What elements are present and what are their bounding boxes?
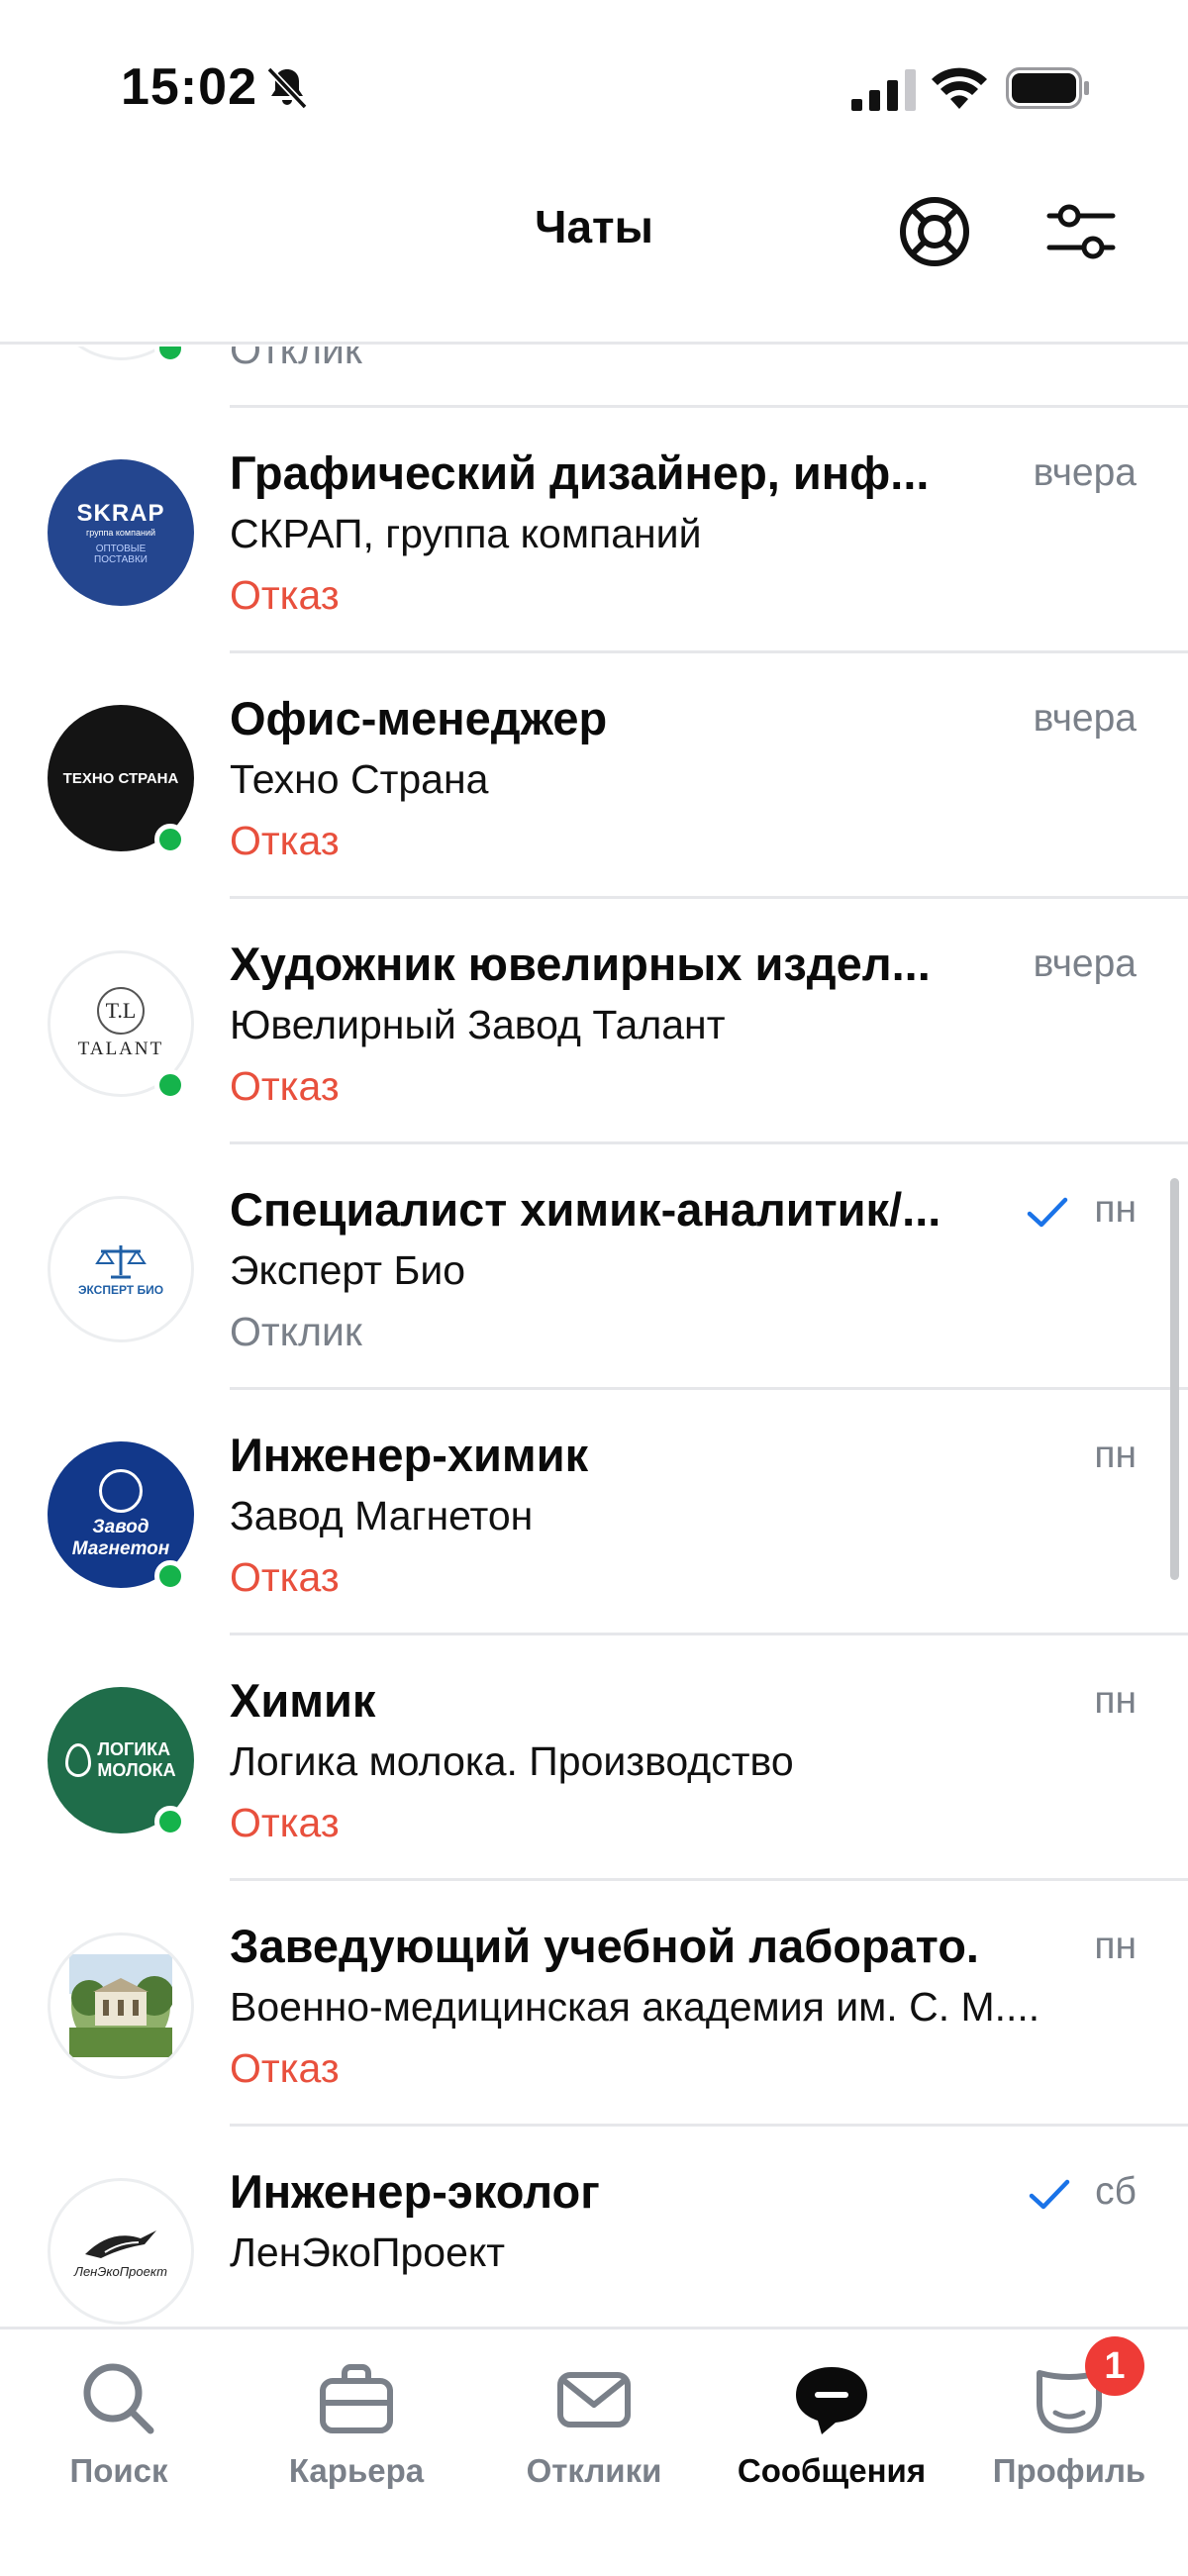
chat-item[interactable]: Отклик <box>0 347 1188 408</box>
chat-company: Военно-медицинская академия им. С. М.... <box>230 1984 1040 2030</box>
chat-status: Отклик <box>230 347 362 372</box>
bottom-tab-bar: Поиск Карьера Отклики Сообщения Профиль <box>0 2327 1188 2576</box>
chat-item[interactable]: ЭКСПЕРТ БИО Специалист химик-аналитик/..… <box>0 1144 1188 1390</box>
chat-time: пн <box>1094 1679 1137 1722</box>
search-icon <box>83 2363 154 2434</box>
read-check-icon <box>1027 1197 1068 1228</box>
chat-company: Техно Страна <box>230 756 489 802</box>
online-indicator <box>154 1560 186 1592</box>
lifebuoy-support-icon[interactable] <box>897 194 972 269</box>
chat-time: вчера <box>1033 942 1137 985</box>
app-header: Чаты <box>0 149 1188 345</box>
avatar-logo-text: ЛОГИКА <box>97 1739 171 1759</box>
chat-item[interactable]: T.L TALANT Художник ювелирных издел... в… <box>0 899 1188 1144</box>
chat-time: вчера <box>1033 451 1137 494</box>
status-time: 15:02 <box>121 58 257 116</box>
company-avatar: ЭКСПЕРТ БИО <box>48 1196 194 1342</box>
company-avatar: ЛенЭкоПроект <box>48 2178 194 2325</box>
chat-time: сб <box>1095 2170 1137 2213</box>
avatar-logo-text: Завод <box>92 1517 149 1537</box>
chat-status: Отказ <box>230 1800 340 1845</box>
chat-time: пн <box>1094 1434 1137 1476</box>
avatar-logo-subtext: ПОСТАВКИ <box>94 554 148 565</box>
chat-item[interactable]: Заведующий учебной лаборато... пн Военно… <box>0 1881 1188 2127</box>
tab-career[interactable]: Карьера <box>238 2329 475 2576</box>
avatar-logo-group: ЛОГИКА МОЛОКА <box>97 1739 175 1781</box>
chat-status: Отказ <box>230 1554 340 1600</box>
scales-logo-icon <box>95 1245 147 1279</box>
chat-company: СКРАП, группа компаний <box>230 511 702 556</box>
tab-messages[interactable]: Сообщения <box>713 2329 950 2576</box>
chat-company: Эксперт Био <box>230 1247 466 1293</box>
tab-profile[interactable]: Профиль <box>950 2329 1188 2576</box>
chat-title: Графический дизайнер, инф... <box>230 446 930 499</box>
chat-title: Заведующий учебной лаборато... <box>230 1920 982 1972</box>
chat-status: Отказ <box>230 818 340 863</box>
page-title: Чаты <box>535 201 653 252</box>
tab-label: Поиск <box>69 2452 168 2489</box>
company-avatar: SKRAP группа компаний ОПТОВЫЕ ПОСТАВКИ <box>48 459 194 606</box>
stork-logo-icon <box>85 2229 156 2258</box>
filter-sliders-icon[interactable] <box>1043 194 1119 269</box>
tab-responses[interactable]: Отклики <box>475 2329 713 2576</box>
chat-title: Химик <box>230 1674 376 1727</box>
bell-off-icon <box>266 66 308 110</box>
avatar-logo-subtext: группа компаний <box>85 528 156 538</box>
avatar-logo-subtext: Магнетон <box>71 1538 170 1559</box>
avatar-logo-subtext: ОПТОВЫЕ <box>95 544 147 554</box>
tab-label: Отклики <box>526 2452 662 2489</box>
chat-status: Отказ <box>230 572 340 618</box>
chat-title: Инженер-химик <box>230 1429 589 1481</box>
chat-title: Офис-менеджер <box>230 692 608 744</box>
chat-status: Отклик <box>230 1309 362 1354</box>
chat-item[interactable]: SKRAP группа компаний ОПТОВЫЕ ПОСТАВКИ Г… <box>0 408 1188 653</box>
milk-drop-icon <box>65 1743 92 1777</box>
tab-label: Профиль <box>992 2452 1146 2489</box>
chat-title: Художник ювелирных издел... <box>230 938 931 990</box>
online-indicator <box>154 1806 186 1837</box>
read-check-icon <box>1029 2179 1070 2210</box>
online-indicator <box>154 1069 186 1101</box>
chat-item[interactable]: ЛенЭкоПроект Инженер-эколог сб ЛенЭкоПро… <box>0 2127 1188 2327</box>
battery-icon <box>1006 67 1089 109</box>
chat-company: Логика молока. Производство <box>230 1738 794 1784</box>
company-avatar <box>48 1932 194 2079</box>
avatar-logo-subtext: TALANT <box>77 1039 164 1059</box>
chat-time: пн <box>1094 1188 1137 1231</box>
avatar-logo-subtext: МОЛОКА <box>97 1760 176 1780</box>
chat-item[interactable]: Завод Магнетон Инженер-химик пн Завод Ма… <box>0 1390 1188 1635</box>
chat-status: Отказ <box>230 1063 340 1109</box>
notification-badge: 1 <box>1085 2336 1144 2396</box>
chat-title: Инженер-эколог <box>230 2165 600 2218</box>
status-bar: 15:02 <box>0 0 1188 149</box>
avatar-logo-text: SKRAP <box>76 500 165 527</box>
tab-label: Карьера <box>288 2452 425 2489</box>
chat-list: Отклик SKRAP группа компаний ОПТОВЫЕ ПОС… <box>0 347 1188 2327</box>
academy-building-image <box>69 1954 172 2057</box>
chat-company: Завод Магнетон <box>230 1493 534 1538</box>
tab-label: Сообщения <box>737 2452 927 2489</box>
online-indicator <box>154 824 186 855</box>
briefcase-icon <box>320 2364 393 2433</box>
envelope-icon <box>557 2372 631 2427</box>
chat-company: ЛенЭкоПроект <box>230 2229 506 2275</box>
avatar-logo-text: ТЕХНО СТРАНА <box>62 769 179 787</box>
tab-search[interactable]: Поиск <box>0 2329 238 2576</box>
online-indicator <box>154 347 186 364</box>
chat-status: Отказ <box>230 2045 340 2091</box>
avatar-logo-text: ЭКСПЕРТ БИО <box>77 1283 164 1297</box>
avatar-logo-text: ЛенЭкоПроект <box>74 2263 167 2279</box>
chat-company: Ювелирный Завод Талант <box>230 1002 726 1047</box>
chat-time: пн <box>1094 1925 1137 1967</box>
cellular-signal-icon <box>851 69 916 111</box>
magneton-logo-icon <box>99 1469 143 1513</box>
chat-item[interactable]: ЛОГИКА МОЛОКА Химик пн Логика молока. Пр… <box>0 1635 1188 1881</box>
chat-item[interactable]: ТЕХНО СТРАНА Офис-менеджер вчера Техно С… <box>0 653 1188 899</box>
scrollbar[interactable] <box>1170 1178 1179 1580</box>
avatar-logo-text: T.L <box>97 987 145 1035</box>
chat-bubble-icon <box>796 2367 867 2434</box>
chat-title: Специалист химик-аналитик/... <box>230 1183 941 1236</box>
chat-time: вчера <box>1033 697 1137 740</box>
wifi-icon <box>932 67 987 109</box>
